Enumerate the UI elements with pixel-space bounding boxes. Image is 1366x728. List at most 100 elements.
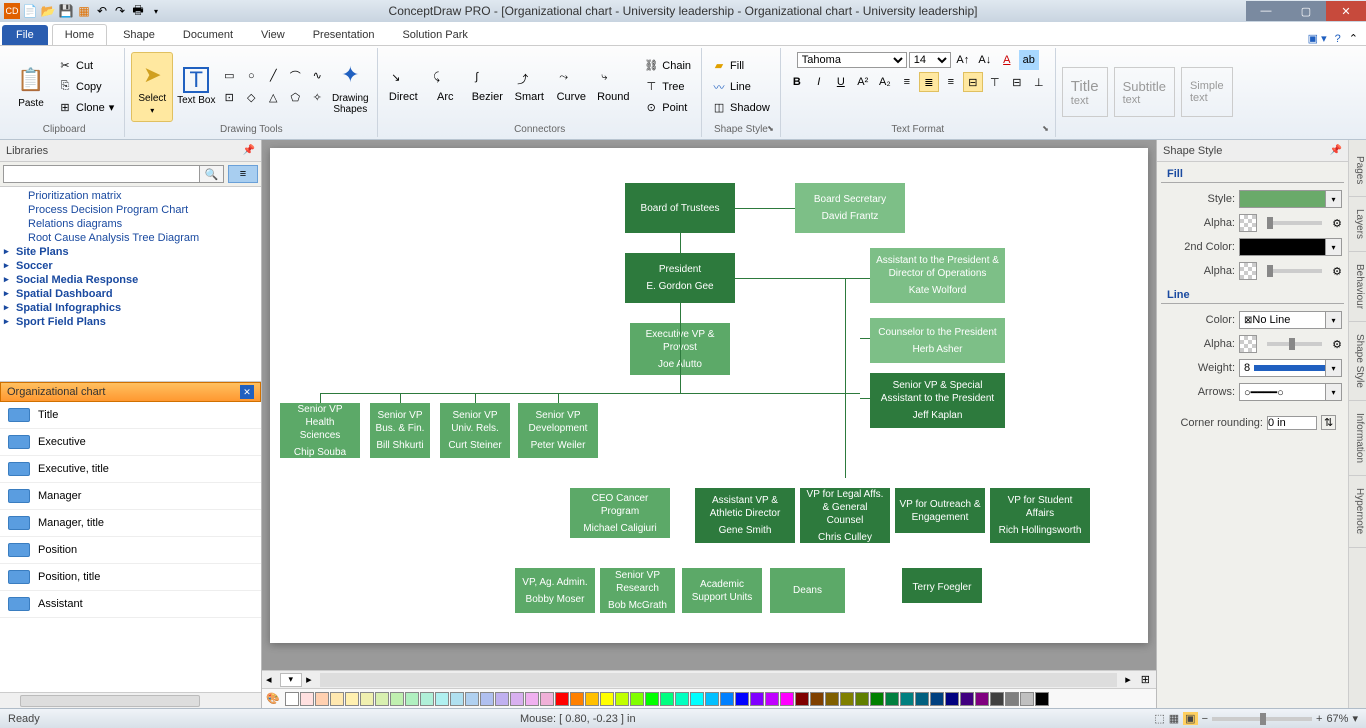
color-swatch[interactable] [990,692,1004,706]
org-node[interactable]: Board of Trustees [625,183,735,233]
color-swatch[interactable] [960,692,974,706]
color-swatch[interactable] [330,692,344,706]
new-icon[interactable]: 📄 [22,3,38,19]
color-swatch[interactable] [345,692,359,706]
highlight-icon[interactable]: ab [1019,50,1039,70]
save-icon[interactable]: 💾 [58,3,74,19]
color-swatch[interactable] [465,692,479,706]
document-tab[interactable]: Document [171,25,245,45]
presentation-tab[interactable]: Presentation [301,25,387,45]
color-swatch[interactable] [750,692,764,706]
page-tabs-scrollbar[interactable]: ◂ ▾ ▸ ▸ ⊞ [262,670,1156,688]
color-swatch[interactable] [510,692,524,706]
pin-icon[interactable]: 📌 [243,145,255,156]
align-left-icon[interactable]: ≡ [897,72,917,92]
close-library-icon[interactable]: ✕ [240,385,254,399]
valign-mid-icon[interactable]: ⊟ [1007,72,1027,92]
color-swatch[interactable] [525,692,539,706]
dialog-launcher-icon[interactable]: ⬊ [1042,124,1049,133]
org-node[interactable]: VP, Ag. Admin.Bobby Moser [515,568,595,613]
org-node[interactable]: Counselor to the PresidentHerb Asher [870,318,1005,363]
split-icon[interactable]: ⊞ [1135,673,1156,686]
tree-category[interactable]: Site Plans [4,245,257,259]
shape-item[interactable]: Manager [0,483,261,510]
shrink-font-icon[interactable]: A↓ [975,50,995,70]
color-swatch[interactable] [810,692,824,706]
tree-category[interactable]: Spatial Infographics [4,301,257,315]
color-swatch[interactable] [690,692,704,706]
library-tree[interactable]: Prioritization matrixProcess Decision Pr… [0,187,261,382]
qat-dropdown-icon[interactable]: ▾ [148,3,164,19]
tree-category[interactable]: Social Media Response [4,273,257,287]
color-swatch[interactable] [585,692,599,706]
color-swatch[interactable] [885,692,899,706]
org-node[interactable]: Senior VP Univ. Rels.Curt Steiner [440,403,510,458]
shape-item[interactable]: Executive [0,429,261,456]
color-swatch[interactable] [720,692,734,706]
status-icon-1[interactable]: ⬚ [1154,712,1164,725]
org-node[interactable]: Deans [770,568,845,613]
bold-icon[interactable]: B [787,72,807,92]
print-icon[interactable]: 🖶 [130,3,146,19]
color-swatch[interactable] [615,692,629,706]
color-swatch[interactable] [765,692,779,706]
org-node[interactable]: Senior VP ResearchBob McGrath [600,568,675,613]
side-tab[interactable]: Shape Style [1349,322,1366,401]
shape-item[interactable]: Manager, title [0,510,261,537]
tool-icon-5[interactable]: ✧ [307,88,327,108]
subtitle-style[interactable]: Subtitletext [1114,67,1175,117]
shape-item[interactable]: Executive, title [0,456,261,483]
color-swatch[interactable] [930,692,944,706]
color-swatch[interactable] [855,692,869,706]
line-color-select[interactable]: ⊠ No Line▾ [1239,311,1342,329]
color-swatch[interactable] [480,692,494,706]
clone-button[interactable]: ⊞Clone ▾ [54,98,118,118]
org-node[interactable]: Senior VP DevelopmentPeter Weiler [518,403,598,458]
color-swatch[interactable] [630,692,644,706]
side-tab[interactable]: Information [1349,401,1366,476]
window-icon[interactable]: ▣ ▾ [1308,32,1327,45]
help-icon[interactable]: ? [1335,33,1341,45]
status-icon-3[interactable]: ▣ [1183,712,1197,725]
color-swatch[interactable] [600,692,614,706]
horizontal-scrollbar[interactable] [0,692,261,708]
alpha-config-icon[interactable]: ⚙ [1332,338,1342,351]
tree-item[interactable]: Root Cause Analysis Tree Diagram [4,231,257,245]
file-tab[interactable]: File [2,25,48,45]
cut-button[interactable]: ✂Cut [54,56,118,76]
color-swatch[interactable] [945,692,959,706]
color-swatch[interactable] [870,692,884,706]
ellipse-tool-icon[interactable]: ○ [241,66,261,86]
size-select[interactable]: 14 [909,52,951,68]
maximize-button[interactable]: ▢ [1286,1,1326,21]
open-icon[interactable]: 📂 [40,3,56,19]
collapse-ribbon-icon[interactable]: ⌃ [1349,32,1358,45]
color-swatch[interactable] [705,692,719,706]
color-swatch[interactable] [735,692,749,706]
line-button[interactable]: 〰Line [708,77,774,97]
fill-style-select[interactable]: ▾ [1239,190,1342,208]
org-node[interactable]: VP for Student AffairsRich Hollingsworth [990,488,1090,543]
smart-connector[interactable]: ⤴Smart [510,71,548,103]
view-tab[interactable]: View [249,25,297,45]
shape-item[interactable]: Title [0,402,261,429]
color-swatch[interactable] [300,692,314,706]
home-tab[interactable]: Home [52,24,107,45]
spline-tool-icon[interactable]: ∿ [307,66,327,86]
org-node[interactable]: VP for Outreach & Engagement [895,488,985,533]
corner-rounding-input[interactable] [1267,416,1317,430]
org-node[interactable]: Academic Support Units [682,568,762,613]
fill-button[interactable]: ▰Fill [708,56,774,76]
arc-connector[interactable]: ⤹Arc [426,71,464,103]
arrows-select[interactable]: ○━━━━○▾ [1239,383,1342,401]
chain-button[interactable]: ⛓Chain [640,56,695,76]
color-swatch[interactable] [645,692,659,706]
shape-item[interactable]: Position, title [0,564,261,591]
tool-icon-3[interactable]: △ [263,88,283,108]
color-swatch[interactable] [660,692,674,706]
align-center-icon[interactable]: ≣ [919,72,939,92]
color-swatch[interactable] [1020,692,1034,706]
color2-alpha-slider[interactable] [1267,269,1322,273]
redo-icon[interactable]: ↷ [112,3,128,19]
color-swatch[interactable] [390,692,404,706]
